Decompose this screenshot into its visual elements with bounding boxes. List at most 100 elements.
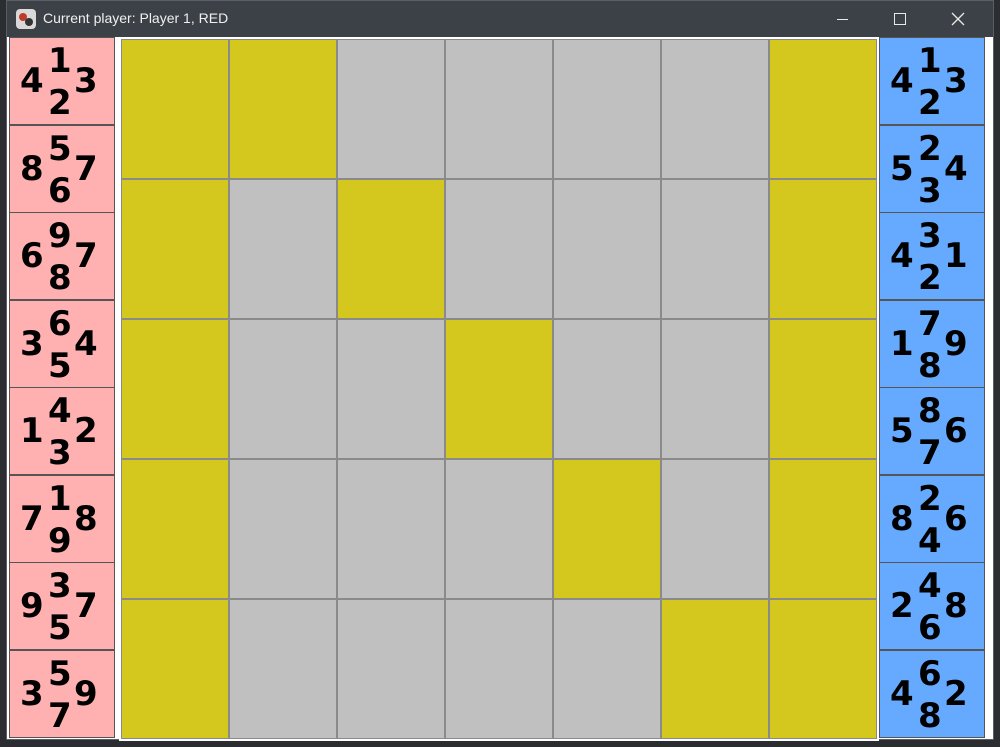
app-icon	[16, 9, 36, 29]
window-title: Current player: Player 1, RED	[43, 10, 229, 26]
board-cell-empty[interactable]	[553, 39, 661, 179]
minimize-button[interactable]	[813, 1, 871, 37]
board-cell-yellow[interactable]	[769, 319, 877, 459]
board-cell-empty[interactable]	[445, 179, 553, 319]
card-value-left: 1	[890, 324, 914, 364]
red-card-8[interactable]: 5397	[9, 650, 115, 738]
red-card-3[interactable]: 9678	[9, 212, 115, 300]
card-value-bottom: 2	[918, 83, 942, 123]
board-cell-yellow[interactable]	[769, 39, 877, 179]
card-value-left: 8	[20, 149, 44, 189]
card-value-top: 1	[48, 41, 72, 81]
card-value-bottom: 6	[918, 608, 942, 648]
board-cell-empty[interactable]	[553, 179, 661, 319]
red-card-1[interactable]: 1432	[9, 37, 115, 125]
card-value-top: 4	[918, 566, 942, 606]
card-value-left: 9	[20, 586, 44, 626]
card-value-bottom: 4	[918, 521, 942, 561]
card-value-left: 3	[20, 324, 44, 364]
card-value-bottom: 2	[48, 83, 72, 123]
board-cell-yellow[interactable]	[229, 39, 337, 179]
card-value-left: 8	[890, 499, 914, 539]
card-value-top: 2	[918, 129, 942, 169]
card-value-bottom: 5	[48, 346, 72, 386]
board-cell-empty[interactable]	[661, 39, 769, 179]
blue-card-5[interactable]: 8567	[879, 387, 985, 475]
card-value-right: 8	[944, 586, 968, 626]
red-player-hand: 14325876967863454123178939755397	[9, 37, 115, 738]
board-cell-empty[interactable]	[445, 39, 553, 179]
card-value-right: 3	[944, 61, 968, 101]
card-value-top: 5	[48, 654, 72, 694]
board-cell-empty[interactable]	[337, 599, 445, 739]
red-card-4[interactable]: 6345	[9, 300, 115, 388]
blue-card-1[interactable]: 1432	[879, 37, 985, 125]
card-value-left: 4	[890, 236, 914, 276]
blue-card-8[interactable]: 6428	[879, 650, 985, 738]
board-cell-yellow[interactable]	[445, 319, 553, 459]
card-value-top: 1	[918, 41, 942, 81]
card-value-top: 5	[48, 129, 72, 169]
board-cell-yellow[interactable]	[769, 599, 877, 739]
card-value-right: 7	[74, 149, 98, 189]
card-value-top: 4	[48, 391, 72, 431]
red-card-2[interactable]: 5876	[9, 125, 115, 213]
board-cell-yellow[interactable]	[121, 599, 229, 739]
card-value-bottom: 2	[918, 258, 942, 298]
card-value-top: 6	[918, 654, 942, 694]
board-cell-yellow[interactable]	[121, 319, 229, 459]
board-cell-yellow[interactable]	[769, 179, 877, 319]
board-cell-empty[interactable]	[661, 179, 769, 319]
board-cell-empty[interactable]	[661, 459, 769, 599]
blue-card-2[interactable]: 2543	[879, 125, 985, 213]
card-value-left: 6	[20, 236, 44, 276]
card-value-bottom: 3	[48, 433, 72, 473]
game-window: Current player: Player 1, RED 1432587696…	[6, 0, 994, 741]
board-cell-empty[interactable]	[229, 319, 337, 459]
board-cell-yellow[interactable]	[337, 179, 445, 319]
game-board	[119, 37, 879, 741]
board-cell-yellow[interactable]	[121, 459, 229, 599]
board-cell-empty[interactable]	[445, 599, 553, 739]
board-cell-empty[interactable]	[553, 319, 661, 459]
red-card-7[interactable]: 3975	[9, 562, 115, 650]
board-cell-yellow[interactable]	[769, 459, 877, 599]
card-value-top: 3	[48, 566, 72, 606]
card-value-right: 1	[944, 236, 968, 276]
card-value-right: 7	[74, 586, 98, 626]
board-cell-yellow[interactable]	[553, 459, 661, 599]
card-value-top: 6	[48, 304, 72, 344]
board-cell-empty[interactable]	[337, 39, 445, 179]
board-cell-empty[interactable]	[229, 599, 337, 739]
board-cell-yellow[interactable]	[661, 599, 769, 739]
card-value-bottom: 7	[918, 433, 942, 473]
board-cell-empty[interactable]	[337, 319, 445, 459]
blue-card-6[interactable]: 2864	[879, 475, 985, 563]
board-cell-empty[interactable]	[445, 459, 553, 599]
card-value-bottom: 8	[918, 696, 942, 736]
board-cell-yellow[interactable]	[121, 179, 229, 319]
close-icon	[951, 12, 965, 26]
board-cell-empty[interactable]	[337, 459, 445, 599]
board-cell-empty[interactable]	[229, 179, 337, 319]
card-value-bottom: 3	[918, 171, 942, 211]
card-value-top: 8	[918, 391, 942, 431]
red-card-5[interactable]: 4123	[9, 387, 115, 475]
card-value-right: 3	[74, 61, 98, 101]
close-button[interactable]	[929, 1, 987, 37]
card-value-left: 5	[890, 411, 914, 451]
board-cell-empty[interactable]	[229, 459, 337, 599]
board-cell-empty[interactable]	[661, 319, 769, 459]
blue-card-4[interactable]: 7198	[879, 300, 985, 388]
card-value-bottom: 9	[48, 521, 72, 561]
blue-card-7[interactable]: 4286	[879, 562, 985, 650]
red-card-6[interactable]: 1789	[9, 475, 115, 563]
board-cell-yellow[interactable]	[121, 39, 229, 179]
card-value-right: 6	[944, 411, 968, 451]
card-value-left: 4	[890, 61, 914, 101]
blue-card-3[interactable]: 3412	[879, 212, 985, 300]
minimize-icon	[836, 18, 848, 20]
maximize-button[interactable]	[871, 1, 929, 37]
board-cell-empty[interactable]	[553, 599, 661, 739]
title-bar[interactable]: Current player: Player 1, RED	[7, 1, 993, 37]
